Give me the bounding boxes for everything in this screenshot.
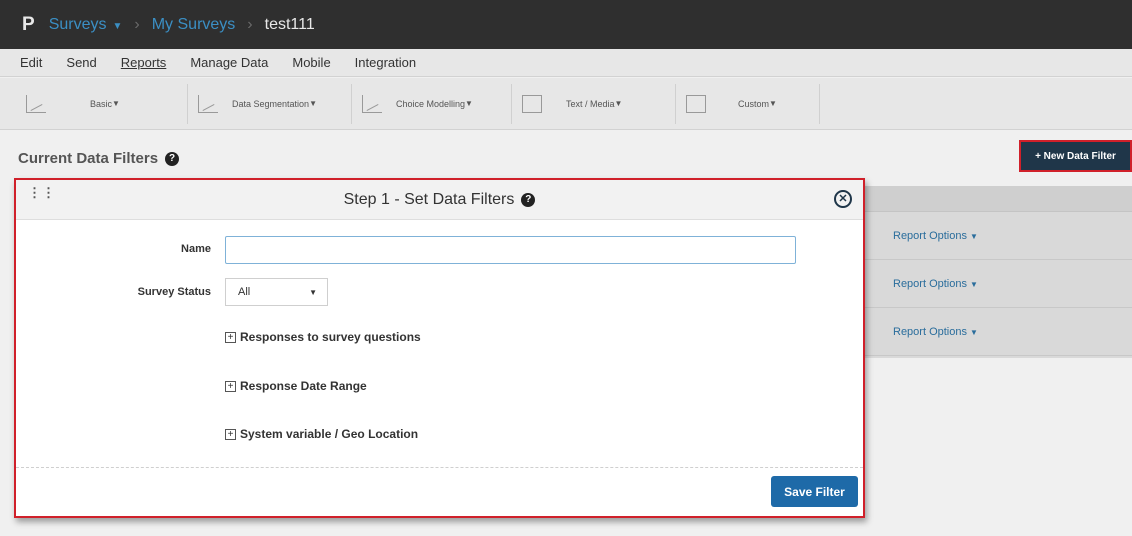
chevron-down-icon: ▼ bbox=[465, 99, 473, 108]
new-data-filter-button[interactable]: + New Data Filter bbox=[1019, 140, 1132, 172]
report-options-dropdown[interactable]: Report Options ▼ bbox=[893, 230, 978, 242]
top-bar: P Surveys ▼ › My Surveys › test111 bbox=[0, 0, 1132, 49]
menu-integration[interactable]: Integration bbox=[355, 55, 416, 70]
page-title-text: Current Data Filters bbox=[18, 150, 159, 167]
survey-status-label: Survey Status bbox=[137, 286, 211, 298]
ribbon-choice-modelling[interactable]: Choice Modelling ▼ bbox=[352, 83, 512, 124]
table-row: Report Options ▼ bbox=[865, 308, 1132, 356]
segmentation-chart-icon bbox=[198, 94, 218, 113]
chevron-down-icon: ▼ bbox=[970, 231, 978, 241]
section-label: Responses to survey questions bbox=[240, 330, 421, 344]
help-icon[interactable]: ? bbox=[165, 151, 180, 166]
chevron-down-icon: ▼ bbox=[112, 99, 120, 108]
ribbon-data-segmentation-label: Data Segmentation bbox=[232, 98, 310, 109]
chevron-down-icon: ▼ bbox=[614, 99, 623, 108]
bar-chart-icon bbox=[362, 94, 382, 113]
report-options-dropdown[interactable]: Report Options ▼ bbox=[893, 326, 978, 338]
report-options-dropdown[interactable]: Report Options ▼ bbox=[893, 278, 978, 290]
breadcrumb-surveys[interactable]: Surveys ▼ bbox=[49, 16, 123, 34]
table-row: Report Options ▼ bbox=[865, 260, 1132, 308]
app-logo[interactable]: P bbox=[22, 14, 35, 36]
set-data-filters-dialog: ⋮⋮ Step 1 - Set Data Filters ? ✕ Name Su… bbox=[14, 178, 865, 518]
section-responses-to-survey-questions[interactable]: + Responses to survey questions bbox=[225, 330, 421, 344]
menu-reports[interactable]: Reports bbox=[121, 55, 167, 70]
dialog-footer-divider bbox=[16, 467, 863, 468]
chevron-down-icon: ▼ bbox=[309, 288, 317, 297]
save-filter-button[interactable]: Save Filter bbox=[771, 476, 858, 507]
survey-status-value: All bbox=[238, 286, 251, 298]
report-ribbon: Basic ▼ Data Segmentation ▼ Choice Modelli… bbox=[0, 78, 1132, 130]
menu-send[interactable]: Send bbox=[66, 55, 96, 70]
menu-manage-data[interactable]: Manage Data bbox=[190, 55, 268, 70]
media-icon bbox=[522, 94, 542, 113]
section-label: System variable / Geo Location bbox=[240, 427, 419, 441]
close-icon[interactable]: ✕ bbox=[834, 190, 852, 208]
breadcrumb-separator: › bbox=[247, 15, 253, 33]
ribbon-basic-label: Basic bbox=[90, 98, 113, 109]
ribbon-text-media[interactable]: Text / Media ▼ bbox=[512, 83, 676, 124]
breadcrumb-current-survey: test111 bbox=[264, 15, 315, 33]
ribbon-basic[interactable]: Basic ▼ bbox=[16, 83, 188, 124]
custom-report-icon bbox=[686, 94, 706, 113]
ribbon-choice-modelling-label: Choice Modelling bbox=[396, 98, 466, 109]
ribbon-custom-label: Custom bbox=[738, 98, 770, 109]
chevron-down-icon: ▼ bbox=[769, 99, 777, 108]
chevron-down-icon: ▼ bbox=[309, 99, 317, 108]
filter-name-input[interactable] bbox=[225, 236, 796, 264]
help-icon[interactable]: ? bbox=[521, 193, 536, 207]
expand-plus-icon: + bbox=[225, 428, 236, 440]
menu-edit[interactable]: Edit bbox=[20, 55, 42, 70]
filters-list: Report Options ▼ Report Options ▼ Report… bbox=[865, 186, 1132, 358]
page-title: Current Data Filters ? bbox=[18, 150, 180, 167]
line-chart-icon bbox=[26, 94, 46, 113]
ribbon-text-media-label: Text / Media bbox=[566, 98, 615, 109]
survey-status-select[interactable]: All ▼ bbox=[225, 278, 328, 306]
ribbon-custom[interactable]: Custom ▼ bbox=[676, 83, 820, 124]
menu-mobile[interactable]: Mobile bbox=[292, 55, 330, 70]
chevron-down-icon: ▼ bbox=[970, 279, 978, 289]
chevron-down-icon: ▼ bbox=[970, 327, 978, 337]
breadcrumb-separator: › bbox=[134, 15, 140, 33]
table-row: Report Options ▼ bbox=[865, 212, 1132, 260]
dialog-header: ⋮⋮ Step 1 - Set Data Filters ? ✕ bbox=[16, 180, 863, 220]
breadcrumb-my-surveys[interactable]: My Surveys bbox=[152, 16, 236, 34]
ribbon-data-segmentation[interactable]: Data Segmentation ▼ bbox=[188, 83, 352, 124]
filters-list-header bbox=[865, 186, 1132, 212]
expand-plus-icon: + bbox=[225, 380, 236, 392]
main-menu: Edit Send Reports Manage Data Mobile Int… bbox=[0, 49, 1132, 77]
chevron-down-icon: ▼ bbox=[112, 20, 123, 32]
expand-plus-icon: + bbox=[225, 331, 236, 343]
dialog-title: Step 1 - Set Data Filters ? bbox=[16, 180, 863, 220]
section-response-date-range[interactable]: + Response Date Range bbox=[225, 379, 367, 393]
section-label: Response Date Range bbox=[240, 379, 367, 393]
dialog-title-text: Step 1 - Set Data Filters bbox=[343, 191, 515, 208]
section-system-variable-geo-location[interactable]: + System variable / Geo Location bbox=[225, 427, 418, 441]
name-label: Name bbox=[181, 243, 211, 255]
